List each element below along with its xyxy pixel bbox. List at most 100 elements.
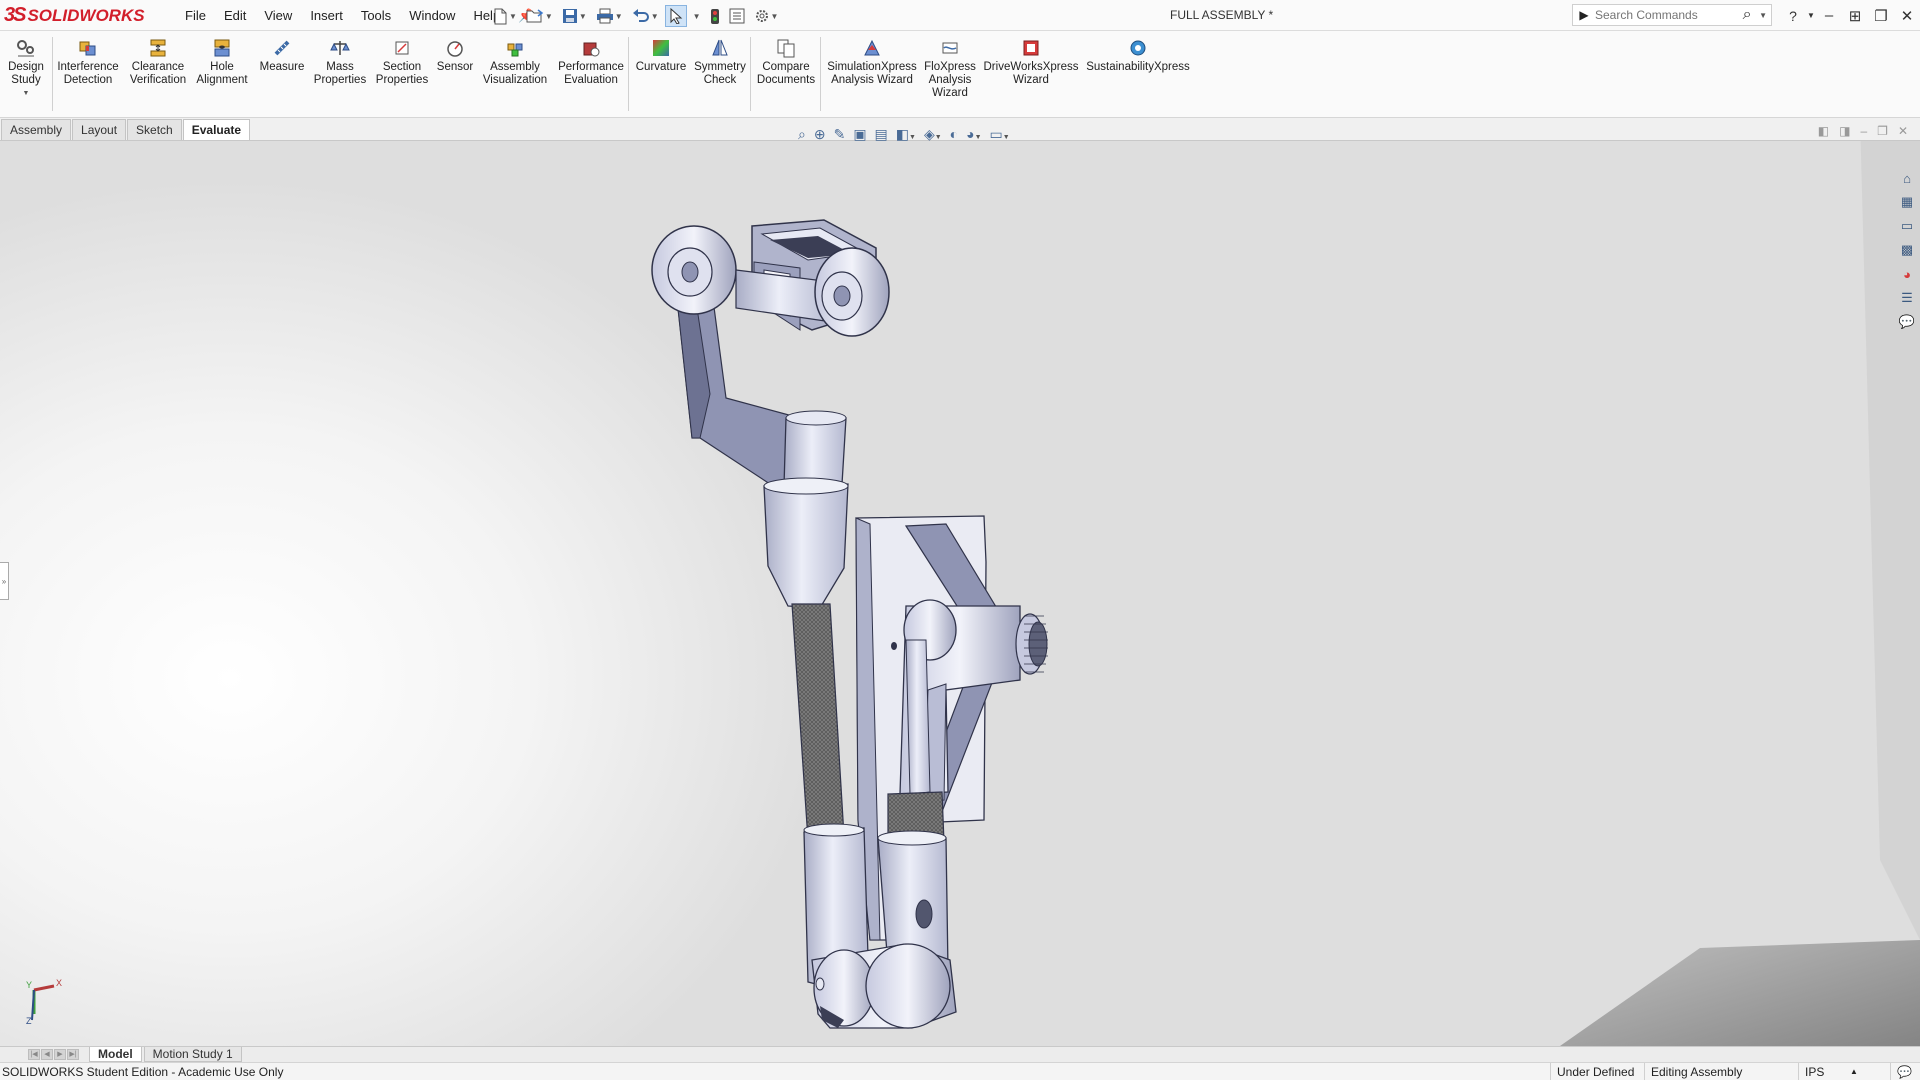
viewport-next-icon[interactable]: ◨: [1839, 124, 1850, 138]
triad-z-label: Z: [26, 1016, 32, 1026]
select-button[interactable]: [664, 5, 687, 27]
viewport-prev-icon[interactable]: ◧: [1818, 124, 1829, 138]
driveworksxpress-button[interactable]: DriveWorksXpress Wizard: [980, 37, 1082, 87]
floxpress-icon: [939, 37, 961, 59]
hole-alignment-button[interactable]: Hole Alignment: [192, 37, 252, 87]
tab-layout[interactable]: Layout: [72, 119, 127, 140]
section-properties-button[interactable]: Section Properties: [372, 37, 432, 87]
hide-show-items-icon[interactable]: ◐: [948, 126, 960, 142]
viewport-close-icon[interactable]: ✕: [1898, 124, 1908, 138]
simulation-icon: [861, 37, 883, 59]
custom-properties-icon[interactable]: ☰: [1896, 288, 1918, 308]
menu-edit[interactable]: Edit: [215, 8, 255, 23]
interference-detection-button[interactable]: Interference Detection: [56, 37, 120, 87]
design-study-icon: [15, 37, 37, 59]
first-tab-icon[interactable]: |◀: [28, 1049, 40, 1060]
file-properties-button[interactable]: [726, 5, 748, 27]
restore-icon[interactable]: ❐: [1868, 7, 1894, 25]
command-manager: Design Study ▼ Interference Detection Cl…: [0, 31, 1920, 118]
new-document-button[interactable]: ▼: [490, 5, 520, 27]
simulationxpress-button[interactable]: SimulationXpress Analysis Wizard: [824, 37, 920, 87]
search-icon[interactable]: ⌕: [1735, 6, 1759, 24]
design-study-button[interactable]: Design Study ▼: [6, 37, 46, 100]
edit-appearance-icon[interactable]: ◕▼: [964, 126, 983, 142]
select-dropdown[interactable]: ▼: [690, 5, 704, 27]
appearances-icon[interactable]: ◕: [1896, 264, 1918, 284]
tab-model[interactable]: Model: [89, 1047, 142, 1062]
sustainabilityxpress-button[interactable]: SustainabilityXpress: [1084, 37, 1192, 74]
bottom-tabs: |◀ ◀ ▶ ▶| Model Motion Study 1: [0, 1046, 1920, 1062]
viewport-restore-icon[interactable]: ❐: [1877, 124, 1888, 138]
viewport-window-controls: ◧ ◨ – ❐ ✕: [1818, 124, 1908, 138]
graphics-viewport[interactable]: [0, 118, 1920, 1046]
performance-evaluation-button[interactable]: Performance Evaluation: [554, 37, 628, 87]
previous-view-icon[interactable]: ✎: [832, 126, 848, 143]
units-dropdown-icon[interactable]: ▲: [1844, 1063, 1890, 1080]
view-orientation-icon[interactable]: ◧▼: [894, 126, 918, 143]
section-view-icon[interactable]: ▣: [851, 126, 868, 143]
mass-properties-button[interactable]: Mass Properties: [312, 37, 368, 87]
units-selector[interactable]: IPS: [1798, 1063, 1844, 1080]
interference-icon: [77, 37, 99, 59]
prev-tab-icon[interactable]: ◀: [41, 1049, 53, 1060]
tooltip-toggle-icon[interactable]: 💬: [1890, 1063, 1920, 1080]
symmetry-icon: [709, 37, 731, 59]
zoom-to-area-icon[interactable]: ⊕: [812, 126, 828, 143]
forum-icon[interactable]: 💬: [1896, 312, 1918, 332]
minimize-icon[interactable]: –: [1816, 7, 1842, 24]
view-palette-icon[interactable]: ▩: [1896, 240, 1918, 260]
file-explorer-icon[interactable]: ▭: [1896, 216, 1918, 236]
options-button[interactable]: ▼: [751, 5, 782, 27]
driveworks-icon: [1020, 37, 1042, 59]
home-icon[interactable]: ⌂: [1896, 168, 1918, 188]
close-icon[interactable]: ✕: [1894, 7, 1920, 25]
undo-button[interactable]: ▼: [629, 5, 662, 27]
solidworks-logo[interactable]: 3S SOLIDWORKS: [4, 2, 154, 29]
last-tab-icon[interactable]: ▶|: [67, 1049, 79, 1060]
viewport-minimize-icon[interactable]: –: [1860, 124, 1867, 138]
rebuild-button[interactable]: [707, 5, 723, 27]
clearance-verification-button[interactable]: Clearance Verification: [126, 37, 190, 87]
separator: [628, 37, 629, 111]
curvature-button[interactable]: Curvature: [632, 37, 690, 74]
tab-evaluate[interactable]: Evaluate: [182, 119, 251, 140]
command-search-icon: ▶: [1579, 8, 1589, 22]
edition-text: SOLIDWORKS Student Edition - Academic Us…: [2, 1065, 284, 1079]
next-tab-icon[interactable]: ▶: [54, 1049, 66, 1060]
help-dropdown-icon[interactable]: ▼: [1806, 11, 1816, 20]
floxpress-button[interactable]: FloXpress Analysis Wizard: [922, 37, 978, 100]
save-button[interactable]: ▼: [559, 5, 590, 27]
search-input[interactable]: [1595, 8, 1736, 22]
measure-button[interactable]: Measure: [256, 37, 308, 74]
tab-assembly[interactable]: Assembly: [1, 119, 72, 140]
save-icon: [562, 9, 577, 23]
compare-documents-button[interactable]: Compare Documents: [754, 37, 818, 87]
tab-sketch[interactable]: Sketch: [127, 119, 182, 140]
curvature-icon: [650, 37, 672, 59]
menu-tools[interactable]: Tools: [352, 8, 400, 23]
print-button[interactable]: ▼: [593, 5, 626, 27]
dynamic-annotation-icon[interactable]: ▤: [873, 126, 890, 143]
symmetry-check-button[interactable]: Symmetry Check: [692, 37, 748, 87]
help-icon[interactable]: ?: [1780, 8, 1806, 24]
menu-insert[interactable]: Insert: [301, 8, 352, 23]
tab-motion-study-1[interactable]: Motion Study 1: [143, 1047, 242, 1062]
assembly-visualization-button[interactable]: Assembly Visualization: [480, 37, 550, 87]
compare-icon: [775, 37, 797, 59]
search-dropdown-icon[interactable]: ▼: [1759, 11, 1771, 20]
open-button[interactable]: ▼: [523, 5, 556, 27]
sustainability-icon: [1127, 37, 1149, 59]
design-study-dropdown-icon[interactable]: ▼: [23, 87, 30, 100]
display-style-icon[interactable]: ◈▼: [922, 126, 944, 143]
view-settings-icon[interactable]: ▭▼: [988, 126, 1012, 143]
zoom-to-fit-icon[interactable]: ⌕: [796, 126, 808, 143]
feature-manager-handle[interactable]: »: [0, 562, 9, 600]
menu-view[interactable]: View: [255, 8, 301, 23]
design-library-icon[interactable]: ▦: [1896, 192, 1918, 212]
search-commands[interactable]: ▶ ⌕ ▼: [1572, 4, 1772, 26]
separator: [820, 37, 821, 111]
menu-window[interactable]: Window: [400, 8, 464, 23]
tile-icon[interactable]: ⊞: [1842, 7, 1868, 25]
menu-file[interactable]: File: [176, 8, 215, 23]
sensor-button[interactable]: Sensor: [434, 37, 476, 74]
